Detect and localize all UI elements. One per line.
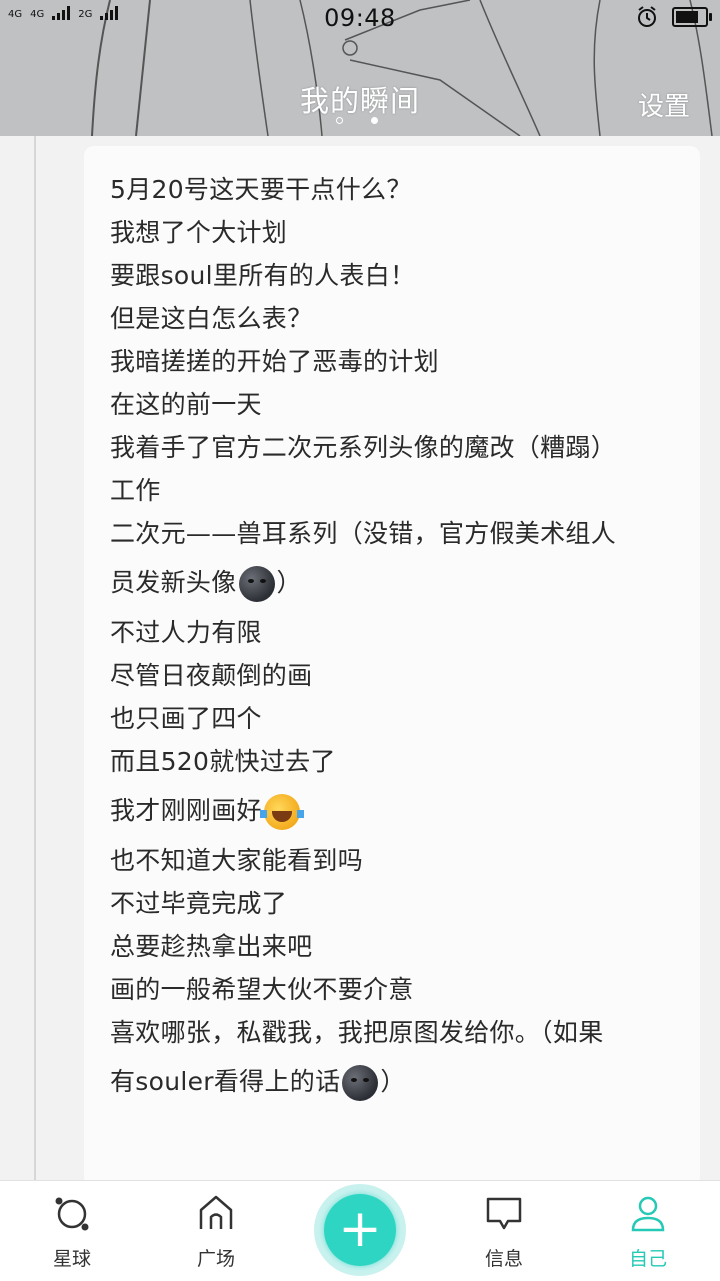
moment-card[interactable]: 5月20号这天要干点什么？ 我想了个大计划 要跟soul里所有的人表白！ 但是这… — [84, 146, 700, 1186]
page-dot-1[interactable] — [336, 117, 343, 124]
post-line: 要跟soul里所有的人表白！ — [110, 261, 416, 290]
nav-label-messages: 信息 — [484, 1248, 523, 1270]
post-line: 也不知道大家能看到吗 — [110, 846, 364, 875]
status-bar: 4G 4G 2G 09:48 — [0, 0, 720, 36]
post-line: 我着手了官方二次元系列头像的魔改（糟蹋） — [110, 433, 617, 462]
nav-item-profile[interactable]: 自己 — [598, 1191, 698, 1271]
publish-button[interactable]: + — [324, 1194, 396, 1266]
alarm-icon — [638, 6, 656, 27]
plus-icon: + — [338, 1199, 382, 1259]
post-line: 我暗搓搓的开始了恶毒的计划 — [110, 347, 439, 376]
battery-icon — [672, 7, 712, 27]
timeline-line — [34, 136, 36, 1182]
new-moon-face-icon — [238, 566, 275, 602]
message-icon — [486, 1197, 522, 1230]
status-right — [636, 6, 712, 28]
clock: 09:48 — [324, 4, 396, 32]
post-line: 总要趁热拿出来吧 — [110, 932, 313, 961]
post-line: 不过人力有限 — [110, 618, 262, 647]
post-line: 也只画了四个 — [110, 704, 262, 733]
post-line: 画的一般希望大伙不要介意 — [110, 975, 414, 1004]
post-line: 尽管日夜颠倒的画 — [110, 661, 313, 690]
post-line: 我想了个大计划 — [110, 218, 288, 247]
tears-of-joy-icon — [259, 794, 304, 830]
page-title: 我的瞬间 — [299, 84, 420, 118]
nav-item-planet[interactable]: 星球 — [22, 1191, 122, 1271]
page-indicator — [336, 117, 378, 124]
post-line-text: 有souler看得上的话 — [110, 1067, 341, 1096]
profile-icon — [631, 1196, 665, 1232]
post-line: 不过毕竟完成了 — [110, 889, 288, 918]
post-line-text: ） — [276, 568, 302, 597]
post-line: 喜欢哪张，私戳我，我把原图发给你。（如果 — [110, 1018, 604, 1047]
post-line-text: 员发新头像 — [110, 568, 237, 597]
new-moon-face-icon — [342, 1065, 379, 1101]
nav-label-planet: 星球 — [52, 1248, 91, 1270]
post-line: 而且520就快过去了 — [110, 747, 336, 776]
home-icon — [199, 1195, 233, 1229]
post-text: 5月20号这天要干点什么？ 我想了个大计划 要跟soul里所有的人表白！ 但是这… — [110, 168, 680, 1110]
post-line: 5月20号这天要干点什么？ — [110, 175, 412, 204]
post-line-with-emoji: 有souler看得上的话 ） — [110, 1054, 680, 1110]
planet-icon — [55, 1197, 89, 1231]
nav-label-profile: 自己 — [628, 1248, 667, 1270]
nav-item-square[interactable]: 广场 — [166, 1191, 266, 1271]
header: 4G 4G 2G 09:48 我的瞬间 设置 — [0, 0, 720, 136]
post-line-with-emoji: 员发新头像 ） — [110, 555, 680, 611]
post-line: 但是这白怎么表？ — [110, 304, 313, 333]
post-line: 工作 — [110, 476, 161, 505]
publish-button-halo: + — [314, 1184, 406, 1276]
post-line: 二次元——兽耳系列（没错，官方假美术组人 — [110, 519, 617, 548]
nav-label-square: 广场 — [196, 1248, 235, 1270]
settings-button[interactable]: 设置 — [638, 86, 690, 123]
post-line-text: 我才刚刚画好 — [110, 796, 262, 825]
post-line-with-emoji: 我才刚刚画好 — [110, 783, 680, 839]
page-dot-2-active[interactable] — [371, 117, 378, 124]
post-line: 在这的前一天 — [110, 390, 262, 419]
post-line-text: ） — [380, 1067, 406, 1096]
nav-item-messages[interactable]: 信息 — [454, 1191, 554, 1271]
